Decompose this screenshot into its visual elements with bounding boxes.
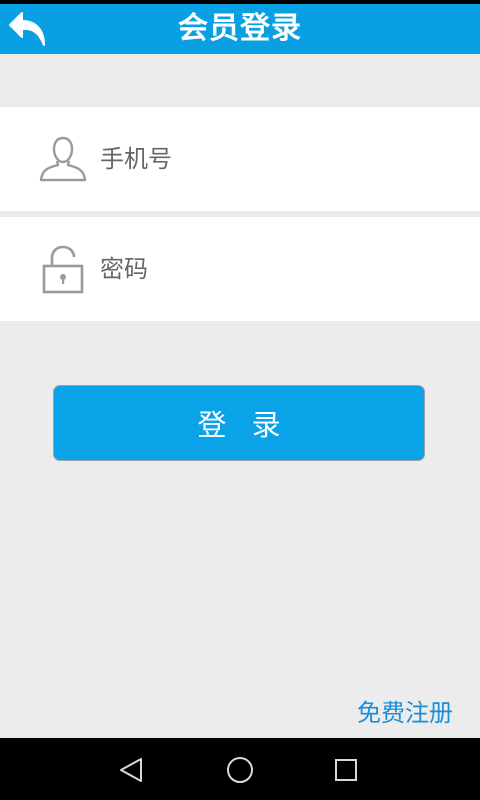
register-link[interactable]: 免费注册 [357,693,453,728]
nav-back-icon [120,758,142,782]
back-arrow-icon [9,12,45,46]
password-field-row[interactable] [0,217,480,321]
system-nav-bar [0,738,480,800]
page-title: 会员登录 [178,11,302,46]
login-screen: 会员登录 登 录 免费注册 [0,0,480,800]
nav-home-button[interactable] [222,752,258,788]
phone-input[interactable] [100,135,460,183]
phone-field-row[interactable] [0,107,480,211]
lock-icon [42,245,84,294]
login-button[interactable]: 登 录 [53,385,425,461]
nav-recent-apps-icon [335,759,357,781]
back-button[interactable] [6,8,50,50]
app-header: 会员登录 [0,4,480,54]
user-icon [39,136,87,182]
password-input[interactable] [100,245,460,293]
nav-home-icon [227,757,253,783]
nav-recent-apps-button[interactable] [328,752,364,788]
nav-back-button[interactable] [114,752,150,788]
